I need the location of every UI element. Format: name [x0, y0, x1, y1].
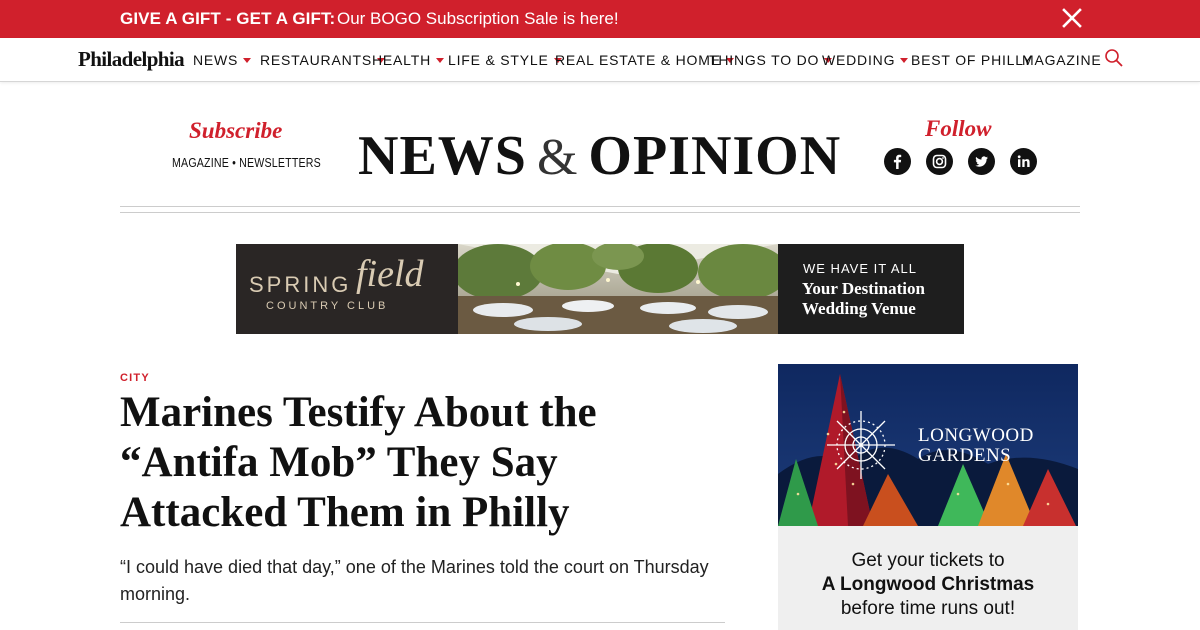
ad-brand-panel: SPRING field COUNTRY CLUB — [236, 244, 458, 334]
article-dek: “I could have died that day,” one of the… — [120, 557, 709, 604]
nav-item-news[interactable]: NEWS — [193, 52, 252, 68]
chevron-down-icon — [900, 58, 909, 63]
promo-text[interactable]: Our BOGO Subscription Sale is here! — [337, 9, 619, 29]
nav-item-real-estate-home[interactable]: REAL ESTATE & HOME — [555, 52, 734, 68]
section-title-left: NEWS — [358, 125, 527, 187]
chevron-down-icon — [243, 58, 252, 63]
ad-copy-line1: Get your tickets to — [851, 550, 1005, 571]
ad-brand-spring: SPRING — [249, 272, 352, 297]
promo-headline: GIVE A GIFT - GET A GIFT: — [120, 9, 336, 28]
divider — [120, 622, 725, 623]
nav-item-label: MAGAZINE — [1022, 52, 1102, 68]
banner-ad[interactable]: SPRING field COUNTRY CLUB WE HAVE IT ALL… — [236, 244, 964, 334]
nav-item-life-style[interactable]: LIFE & STYLE — [448, 52, 562, 68]
article-category[interactable]: CITY — [120, 372, 150, 384]
subscribe-link[interactable]: Subscribe — [189, 118, 282, 144]
ad-brand-line2: GARDENS — [918, 445, 1012, 466]
divider — [120, 212, 1080, 213]
twitter-icon[interactable] — [968, 148, 995, 175]
sidebar-ad[interactable]: LONGWOOD GARDENS Get your tickets to A L… — [778, 364, 1078, 630]
ad-brand-sub: COUNTRY CLUB — [266, 300, 389, 312]
main-nav: Philadelphia NEWS RESTAURANTS HEALTH LIF… — [0, 38, 1200, 82]
nav-item-restaurants[interactable]: RESTAURANTS — [260, 52, 385, 68]
ad-copy-panel: WE HAVE IT ALL Your Destination Wedding … — [778, 244, 964, 334]
nav-item-label: NEWS — [193, 52, 239, 68]
nav-item-label: THINGS TO DO — [709, 52, 820, 68]
linkedin-icon[interactable] — [1010, 148, 1037, 175]
ad-headline-line2: Wedding Venue — [802, 299, 916, 318]
ad-brand-line1: LONGWOOD — [918, 425, 1034, 446]
facebook-icon[interactable] — [884, 148, 911, 175]
search-icon[interactable] — [1104, 48, 1124, 68]
venue-photo — [453, 244, 788, 334]
instagram-icon[interactable] — [926, 148, 953, 175]
nav-item-things-to-do[interactable]: THINGS TO DO — [709, 52, 833, 68]
ad-tagline: WE HAVE IT ALL — [803, 261, 917, 276]
ad-headline: Your Destination Wedding Venue — [802, 279, 925, 319]
nav-item-label: RESTAURANTS — [260, 52, 372, 68]
close-icon[interactable] — [1060, 6, 1084, 30]
section-title-amp: & — [536, 129, 579, 186]
newsletters-link[interactable]: NEWSLETTERS — [239, 155, 321, 170]
nav-item-label: LIFE & STYLE — [448, 52, 549, 68]
article-headline[interactable]: Marines Testify About the “Antifa Mob” T… — [120, 388, 720, 538]
ad-brand-field: field — [356, 253, 424, 295]
nav-item-label: BEST OF PHILLY — [911, 52, 1033, 68]
ad-brand: LONGWOOD GARDENS — [918, 426, 1034, 466]
subscribe-options: MAGAZINE • NEWSLETTERS — [172, 155, 321, 170]
nav-item-label: WEDDING — [822, 52, 896, 68]
separator: • — [232, 155, 237, 170]
chevron-down-icon — [436, 58, 444, 63]
nav-item-best-of-philly[interactable]: BEST OF PHILLY — [911, 52, 1033, 68]
magazine-link[interactable]: MAGAZINE — [172, 155, 229, 170]
promo-bar[interactable]: GIVE A GIFT - GET A GIFT: Our BOGO Subsc… — [0, 0, 1200, 38]
ad-copy-line2: A Longwood Christmas — [821, 574, 1035, 595]
section-title-right: OPINION — [588, 125, 842, 187]
site-logo[interactable]: Philadelphia — [78, 47, 185, 72]
follow-label: Follow — [925, 116, 992, 141]
nav-item-label: HEALTH — [372, 52, 431, 68]
nav-item-magazine[interactable]: MAGAZINE — [1022, 52, 1102, 68]
ad-headline-line1: Your Destination — [802, 279, 925, 298]
section-title: NEWS & OPINION — [358, 124, 841, 188]
nav-item-label: REAL ESTATE & HOME — [555, 52, 721, 68]
ad-copy-line3: before time runs out! — [840, 598, 1016, 619]
ad-copy: Get your tickets to A Longwood Christmas… — [778, 549, 1078, 621]
divider — [120, 206, 1080, 207]
nav-item-wedding[interactable]: WEDDING — [822, 52, 909, 68]
nav-item-health[interactable]: HEALTH — [372, 52, 444, 68]
